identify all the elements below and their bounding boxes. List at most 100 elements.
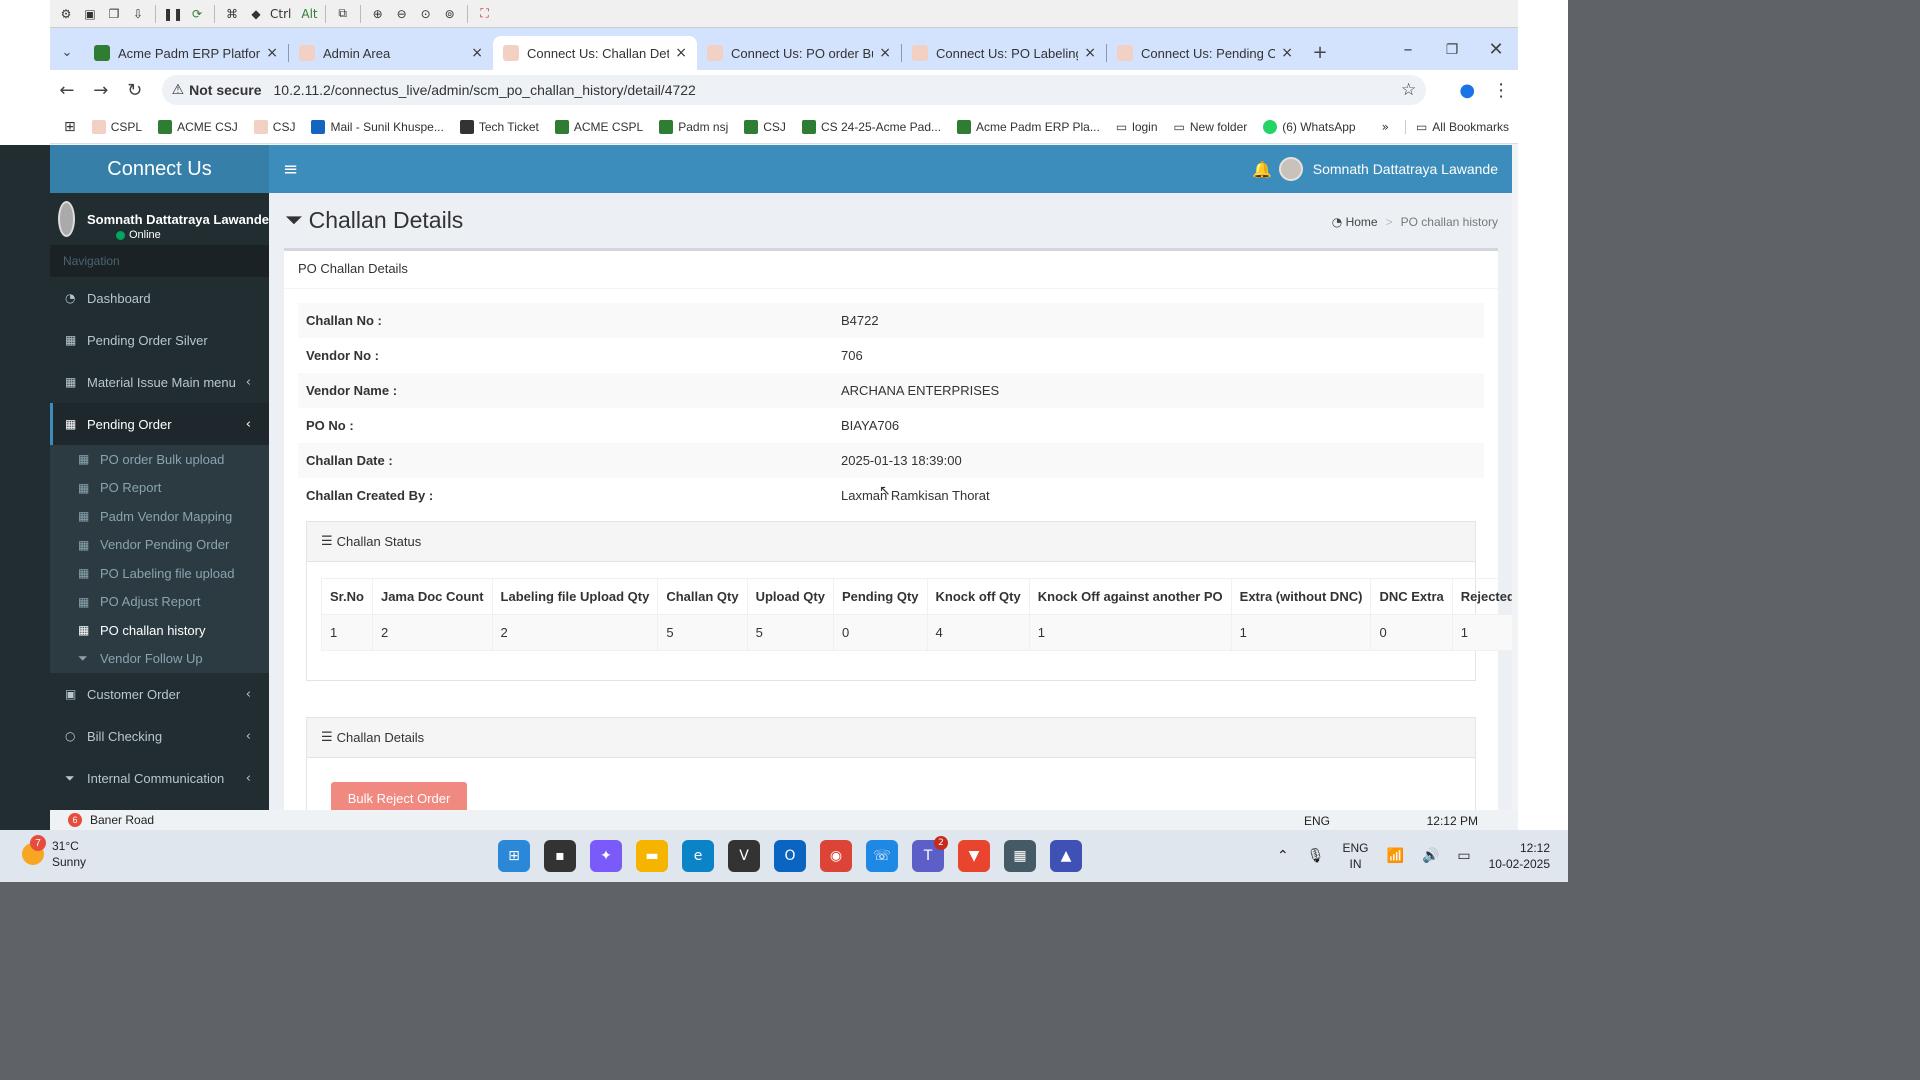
calculator-icon[interactable]: ▦ bbox=[1004, 840, 1036, 872]
sidebar-item-customer-order[interactable]: ▣ Customer Order ‹ bbox=[50, 673, 269, 715]
zoom-out-icon[interactable]: ⊖ bbox=[392, 4, 412, 24]
apps-icon[interactable]: ⊞ bbox=[64, 119, 76, 135]
bookmark-folder[interactable]: ▭ login bbox=[1116, 120, 1158, 134]
ctrl-key-button[interactable]: Ctrl bbox=[270, 4, 291, 24]
app-logo[interactable]: Connect Us bbox=[50, 145, 269, 193]
close-tab-icon[interactable]: × bbox=[471, 45, 483, 61]
ctrl-alt-del-icon[interactable]: ⌘ bbox=[222, 4, 242, 24]
sidebar-item-material-issue[interactable]: ▦ Material Issue Main menu ‹ bbox=[50, 361, 269, 403]
bulk-reject-order-button[interactable]: Bulk Reject Order bbox=[331, 782, 467, 810]
menu-icon[interactable]: ⋮ bbox=[1484, 80, 1518, 101]
fullscreen-icon[interactable]: ⛶ bbox=[475, 4, 495, 24]
new-tab-icon[interactable]: + bbox=[1303, 36, 1337, 70]
refresh-icon[interactable]: ⟳ bbox=[187, 4, 207, 24]
bookmark-item[interactable]: CS 24-25-Acme Pad... bbox=[801, 119, 941, 134]
submenu-item-po-challan-history[interactable]: ▦ PO challan history bbox=[50, 616, 269, 645]
tab-search-icon[interactable]: ⌄ bbox=[50, 36, 84, 70]
profile-icon[interactable]: ● bbox=[1450, 80, 1484, 101]
submenu-item-po-labeling-upload[interactable]: ▦ PO Labeling file upload bbox=[50, 559, 269, 588]
bookmark-star-icon[interactable]: ☆ bbox=[1401, 80, 1416, 100]
start-icon[interactable]: ⊞ bbox=[498, 840, 530, 872]
tab-po-labeling[interactable]: Connect Us: PO Labeling fi × bbox=[902, 36, 1106, 70]
close-tab-icon[interactable]: × bbox=[1084, 45, 1096, 61]
zoom-fit-icon[interactable]: ⊚ bbox=[440, 4, 460, 24]
bookmark-item[interactable]: (6) WhatsApp bbox=[1263, 119, 1356, 134]
sidebar-item-pending-order[interactable]: ▦ Pending Order ‹ bbox=[50, 403, 269, 445]
url-omnibox[interactable]: ⚠ Not secure 10.2.11.2/connectus_live/ad… bbox=[161, 75, 1427, 105]
wifi-icon[interactable]: 📶 bbox=[1387, 848, 1404, 864]
sidebar-item-bill-checking[interactable]: ○ Bill Checking ‹ bbox=[50, 715, 269, 757]
submenu-item-po-report[interactable]: ▦ PO Report bbox=[50, 474, 269, 503]
microphone-icon[interactable]: 🎙 bbox=[1307, 848, 1325, 864]
notification-bell-icon[interactable]: 🔔 bbox=[1252, 160, 1272, 179]
teams-icon[interactable]: T2 bbox=[912, 836, 948, 872]
tab-admin-area[interactable]: Admin Area × bbox=[289, 36, 493, 70]
language-indicator[interactable]: ENG IN bbox=[1342, 840, 1368, 872]
warning-icon[interactable]: ⚠ bbox=[172, 82, 185, 98]
tab-challan-details[interactable]: Connect Us: Challan Details × bbox=[493, 36, 697, 70]
task-view-icon[interactable]: ▪ bbox=[544, 840, 576, 872]
breadcrumb-home[interactable]: ◔ Home bbox=[1332, 215, 1378, 229]
bookmark-item[interactable]: ACME CSJ bbox=[158, 119, 238, 134]
clipboard-icon[interactable]: ❐ bbox=[104, 4, 124, 24]
submenu-item-po-order-bulk-upload[interactable]: ▦ PO order Bulk upload bbox=[50, 445, 269, 474]
phone-link-icon[interactable]: ☏ bbox=[866, 840, 898, 872]
zoom-in-icon[interactable]: ⊕ bbox=[368, 4, 388, 24]
weather-widget[interactable]: 7 31°C Sunny bbox=[22, 835, 86, 870]
bookmark-item[interactable]: CSJ bbox=[253, 119, 295, 134]
tab-pending-order[interactable]: Connect Us: Pending Order × bbox=[1107, 36, 1303, 70]
bookmark-folder[interactable]: ▭ New folder bbox=[1174, 120, 1248, 134]
more-bookmarks-icon[interactable]: » bbox=[1382, 120, 1389, 134]
restore-icon[interactable]: ❐ bbox=[1430, 30, 1474, 70]
bookmark-item[interactable]: CSPL bbox=[91, 119, 142, 134]
save-icon[interactable]: ▣ bbox=[80, 4, 100, 24]
chrome-icon[interactable]: ◉ bbox=[820, 840, 852, 872]
security-indicator[interactable]: Not secure bbox=[189, 82, 261, 98]
reload-icon[interactable]: ↻ bbox=[118, 80, 152, 101]
submenu-item-padm-vendor-mapping[interactable]: ▦ Padm Vendor Mapping bbox=[50, 502, 269, 531]
all-bookmarks-folder[interactable]: ▭ All Bookmarks bbox=[1404, 119, 1509, 134]
brave-icon[interactable]: ▼ bbox=[958, 840, 990, 872]
chevron-up-icon[interactable]: ⌃ bbox=[1277, 848, 1289, 864]
submenu-item-vendor-pending-order[interactable]: ▦ Vendor Pending Order bbox=[50, 531, 269, 560]
close-window-icon[interactable]: ✕ bbox=[1474, 30, 1518, 70]
bookmark-item[interactable]: Padm nsj bbox=[659, 119, 728, 134]
outlook-icon[interactable]: O bbox=[774, 840, 806, 872]
pause-icon[interactable]: ❚❚ bbox=[163, 4, 183, 24]
tab-acme-padm[interactable]: Acme Padm ERP Platform × bbox=[84, 36, 288, 70]
back-icon[interactable]: ← bbox=[50, 80, 84, 101]
battery-icon[interactable]: ▭ bbox=[1457, 848, 1470, 864]
copilot-icon[interactable]: ✦ bbox=[590, 840, 622, 872]
bookmark-item[interactable]: Acme Padm ERP Pla... bbox=[957, 119, 1100, 134]
bookmark-item[interactable]: Mail - Sunil Khuspe... bbox=[311, 119, 444, 134]
close-tab-icon[interactable]: × bbox=[266, 45, 278, 61]
photos-icon[interactable]: ▲ bbox=[1050, 840, 1082, 872]
sidebar-item-dashboard[interactable]: ◔ Dashboard bbox=[50, 277, 269, 319]
close-tab-icon[interactable]: × bbox=[1281, 45, 1293, 61]
bookmark-item[interactable]: Tech Ticket bbox=[459, 119, 539, 134]
bookmark-item[interactable]: CSJ bbox=[744, 119, 786, 134]
bookmark-item[interactable]: ACME CSPL bbox=[554, 119, 643, 134]
volume-icon[interactable]: 🔊 bbox=[1422, 848, 1439, 864]
submenu-item-vendor-follow-up[interactable]: ⏷ Vendor Follow Up bbox=[50, 645, 269, 674]
submenu-item-po-adjust-report[interactable]: ▦ PO Adjust Report bbox=[50, 588, 269, 617]
url-text[interactable]: 10.2.11.2/connectus_live/admin/scm_po_ch… bbox=[274, 82, 696, 98]
options-icon[interactable]: ⚙ bbox=[56, 4, 76, 24]
sidebar-toggle-icon[interactable]: ≡ bbox=[283, 159, 298, 180]
close-tab-icon[interactable]: × bbox=[675, 45, 687, 61]
clock[interactable]: 12:12 10-02-2025 bbox=[1489, 840, 1550, 872]
sidebar-item-internal-communication[interactable]: ⏷ Internal Communication ‹ bbox=[50, 757, 269, 799]
edge-icon[interactable]: e bbox=[682, 840, 714, 872]
start-icon[interactable]: ◆ bbox=[246, 4, 266, 24]
user-menu[interactable]: Somnath Dattatraya Lawande bbox=[1278, 157, 1498, 181]
zoom-100-icon[interactable]: ⊙ bbox=[416, 4, 436, 24]
minimize-icon[interactable]: – bbox=[1386, 30, 1430, 70]
close-tab-icon[interactable]: × bbox=[879, 45, 891, 61]
copy-icon[interactable]: ⧉ bbox=[333, 4, 353, 24]
file-explorer-icon[interactable]: ▬ bbox=[636, 840, 668, 872]
alt-key-button[interactable]: Alt bbox=[301, 4, 317, 24]
forward-icon[interactable]: → bbox=[84, 80, 118, 101]
vnc-viewer-icon[interactable]: V bbox=[728, 840, 760, 872]
file-transfer-icon[interactable]: ⇩ bbox=[128, 4, 148, 24]
tab-po-order-bulk[interactable]: Connect Us: PO order Bulk × bbox=[697, 36, 901, 70]
